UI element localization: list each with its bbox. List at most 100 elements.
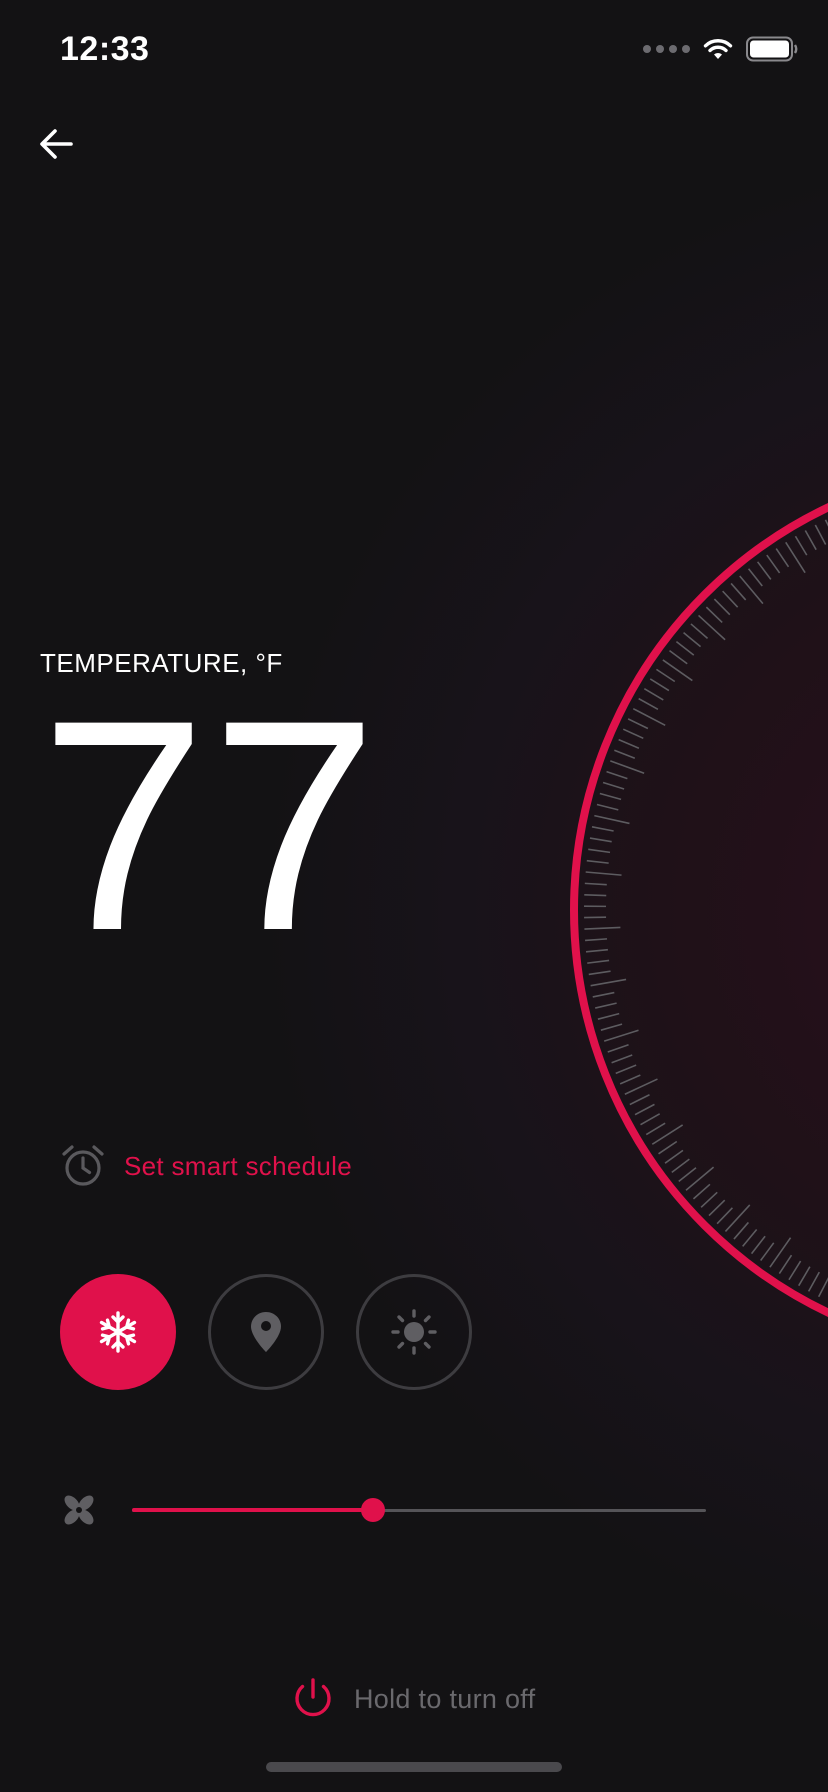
dial-tick: [769, 1237, 792, 1268]
dial-tick: [586, 859, 609, 864]
dial-tick: [607, 1044, 629, 1053]
slider-thumb[interactable]: [361, 1498, 386, 1522]
dial-tick: [730, 582, 747, 601]
dial-tick: [671, 1158, 690, 1174]
dial-tick: [590, 978, 627, 987]
dial-tick: [627, 718, 649, 730]
mode-sun-button[interactable]: [356, 1274, 472, 1390]
dial-tick: [589, 837, 612, 843]
dial-tick: [807, 1271, 820, 1292]
dial-tick: [675, 640, 695, 656]
dial-tick: [804, 530, 817, 551]
dial-tick: [584, 926, 621, 930]
smart-schedule-label: Set smart schedule: [124, 1150, 352, 1181]
dial-tick: [638, 697, 659, 710]
temperature-value: 77: [40, 657, 382, 993]
dial-tick: [658, 1140, 678, 1155]
dial-tick: [585, 948, 608, 953]
battery-icon: [746, 36, 798, 62]
dial-tick: [599, 792, 622, 801]
dial-tick: [739, 575, 764, 605]
dial-tick: [655, 668, 676, 683]
dial-tick: [722, 590, 739, 608]
dial-tick: [742, 1228, 758, 1247]
dial-tick: [606, 770, 628, 780]
dial-tick: [618, 738, 640, 749]
dial-tick: [632, 707, 666, 727]
dial-tick: [584, 882, 607, 886]
sun-icon: [391, 1309, 437, 1355]
status-icons: [643, 34, 798, 64]
dial-tick: [669, 650, 688, 665]
power-off-label: Hold to turn off: [354, 1683, 536, 1714]
dial-tick: [629, 1094, 650, 1106]
dial-tick: [585, 871, 622, 876]
fan-speed-slider[interactable]: [132, 1490, 706, 1530]
mode-location-button[interactable]: [208, 1274, 324, 1390]
dial-tick: [794, 535, 808, 556]
dial-tick: [678, 1167, 697, 1183]
dial-tick: [587, 959, 610, 964]
snowflake-icon: [99, 1311, 137, 1353]
dial-tick: [588, 848, 611, 854]
dial-tick: [584, 893, 607, 897]
cellular-signal-icon: [643, 45, 690, 53]
home-indicator: [266, 1762, 562, 1772]
dial-tick: [611, 1054, 633, 1064]
arrow-left-icon: [40, 129, 73, 159]
status-time: 12:33: [60, 30, 150, 68]
dial-tick: [622, 728, 644, 740]
power-icon: [295, 1678, 331, 1717]
dial-tick: [708, 1199, 726, 1217]
dial-tick: [788, 1260, 802, 1281]
dial-tick: [594, 814, 630, 825]
dial-tick: [614, 749, 636, 760]
dial-tick: [798, 1266, 811, 1287]
dial-tick: [716, 1207, 733, 1225]
mode-cool-button[interactable]: [60, 1274, 176, 1390]
dial-tick: [634, 1103, 655, 1116]
slider-fill: [132, 1508, 374, 1512]
dial-tick: [785, 541, 806, 574]
dial-tick: [649, 678, 670, 692]
dial-tick: [760, 1242, 775, 1261]
dial-tick: [588, 970, 611, 976]
dial-tick: [692, 1183, 711, 1200]
dial-tick: [591, 826, 614, 832]
dial-tick: [683, 632, 702, 648]
alarm-clock-icon: [62, 1145, 104, 1186]
dial-tick: [750, 1235, 766, 1255]
dial-tick: [592, 991, 615, 998]
dial-tick: [597, 1012, 620, 1020]
dial-tick: [619, 1074, 641, 1085]
dial-tick: [817, 1277, 828, 1298]
dial-tick: [602, 781, 625, 790]
dial-tick: [747, 568, 763, 587]
location-pin-icon: [251, 1312, 281, 1352]
dial-tick: [640, 1113, 661, 1126]
dial-tick: [610, 760, 645, 774]
dial-tick: [756, 561, 772, 580]
dial-tick: [775, 548, 790, 568]
dial-tick: [685, 1166, 715, 1191]
dial-tick: [814, 524, 827, 545]
dial-tick: [651, 1124, 684, 1145]
dial-tick: [778, 1254, 793, 1275]
dial-tick: [603, 1029, 639, 1042]
dial-tick: [700, 1191, 718, 1208]
smart-schedule-link[interactable]: Set smart schedule: [60, 1140, 352, 1192]
dial-tick: [724, 1204, 751, 1232]
dial-tick: [705, 606, 723, 623]
back-button[interactable]: [30, 118, 82, 170]
thermostat-screen: 12:33 TEMPERATURE, °F 77 Set smart sched…: [0, 0, 828, 1792]
dial-tick: [662, 659, 693, 682]
dial-tick: [596, 803, 619, 811]
dial-ticks: [584, 519, 828, 1298]
power-off-control[interactable]: Hold to turn off: [292, 1676, 535, 1722]
dial-tick: [624, 1078, 658, 1095]
dial-tick: [698, 614, 726, 641]
wifi-icon: [703, 39, 733, 59]
dial-tick: [600, 1023, 623, 1031]
dial-tick: [615, 1064, 637, 1075]
dial-tick: [645, 1122, 666, 1136]
